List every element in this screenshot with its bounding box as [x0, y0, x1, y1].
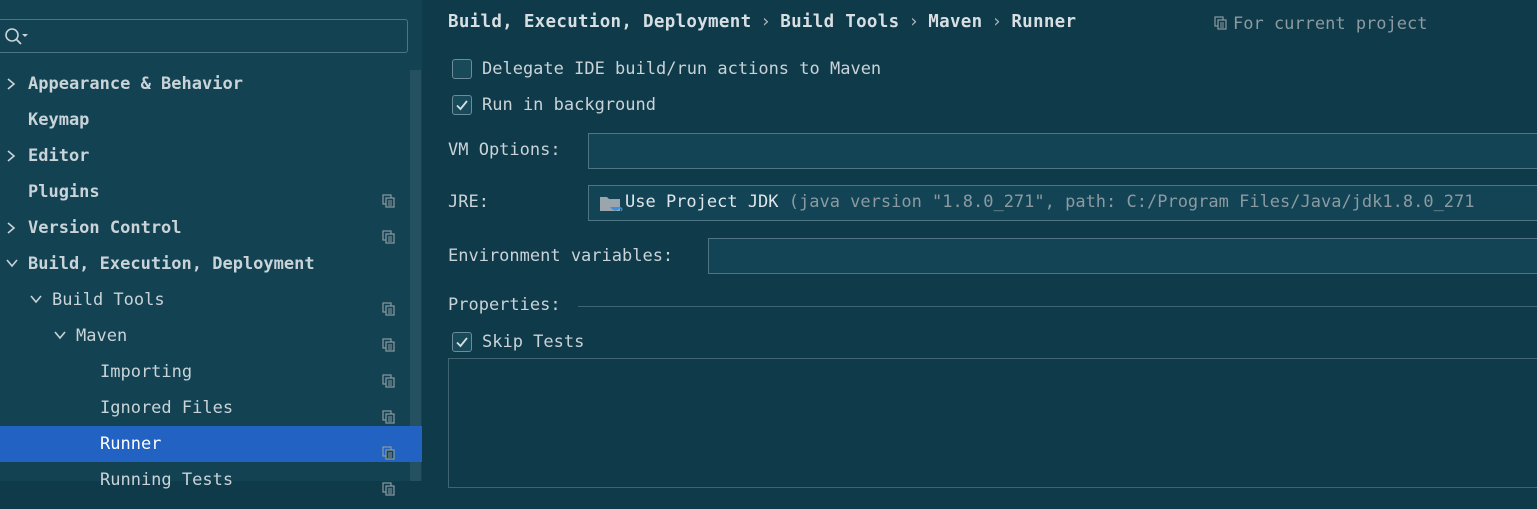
breadcrumb-item[interactable]: Build, Execution, Deployment [448, 12, 751, 32]
delegate-build-checkbox[interactable] [452, 59, 472, 79]
chevron-right-icon[interactable] [6, 66, 20, 102]
run-in-background-label[interactable]: Run in background [482, 94, 656, 116]
run-in-background-checkbox[interactable] [452, 95, 472, 115]
breadcrumb: Build, Execution, Deployment › Build Tools… [448, 12, 1076, 32]
sidebar-item-label: Keymap [28, 110, 90, 130]
breadcrumb-item: Runner [1011, 12, 1077, 32]
chevron-right-icon[interactable] [6, 138, 20, 174]
sidebar-item-build-tools[interactable]: Build Tools [0, 282, 422, 318]
properties-table[interactable] [448, 358, 1537, 488]
chevron-down-icon[interactable] [54, 318, 68, 354]
project-scope-icon [1214, 16, 1227, 30]
jre-value: Use Project JDK [625, 192, 779, 212]
scope-indicator: For current project [1214, 14, 1427, 34]
breadcrumb-item[interactable]: Build Tools [780, 12, 899, 32]
sidebar-item-editor[interactable]: Editor [0, 138, 422, 174]
sidebar-item-label: Appearance & Behavior [28, 74, 243, 94]
checkmark-icon [456, 100, 468, 111]
settings-search-field[interactable] [0, 19, 408, 53]
breadcrumb-separator: › [760, 12, 772, 32]
sidebar-item-label: Importing [100, 362, 193, 382]
jre-select[interactable]: Use Project JDK (java version "1.8.0_271… [588, 185, 1537, 221]
sidebar-item-plugins[interactable]: Plugins [0, 174, 422, 210]
vm-options-input[interactable] [588, 133, 1537, 169]
project-scope-icon [382, 473, 396, 509]
checkmark-icon [456, 337, 468, 348]
breadcrumb-separator: › [991, 12, 1003, 32]
sidebar-item-label: Build, Execution, Deployment [28, 254, 315, 274]
search-icon[interactable] [4, 27, 30, 52]
sidebar-item-label: Ignored Files [100, 398, 234, 418]
vm-options-label: VM Options: [448, 140, 561, 160]
jre-label: JRE: [448, 192, 489, 212]
sidebar-item-label: Build Tools [52, 290, 165, 310]
chevron-right-icon[interactable] [6, 210, 20, 246]
settings-content-panel: Build, Execution, Deployment › Build Tools… [422, 0, 1537, 488]
sidebar-item-running-tests[interactable]: Running Tests [0, 462, 422, 498]
jdk-folder-icon [599, 194, 623, 220]
sidebar-item-keymap[interactable]: Keymap [0, 102, 422, 138]
breadcrumb-item[interactable]: Maven [928, 12, 982, 32]
sidebar-item-appearance-behavior[interactable]: Appearance & Behavior [0, 66, 422, 102]
settings-sidebar: Appearance & Behavior Keymap Editor Plugins… [0, 0, 422, 496]
breadcrumb-separator: › [908, 12, 920, 32]
sidebar-item-runner[interactable]: Runner [0, 426, 422, 462]
delegate-build-label[interactable]: Delegate IDE build/run actions to Maven [482, 58, 881, 80]
sidebar-item-label: Editor [28, 146, 90, 166]
search-input[interactable] [34, 24, 398, 50]
sidebar-item-maven[interactable]: Maven [0, 318, 422, 354]
sidebar-item-importing[interactable]: Importing [0, 354, 422, 390]
sidebar-item-label: Version Control [28, 218, 182, 238]
skip-tests-checkbox[interactable] [452, 332, 472, 352]
environment-variables-input[interactable] [708, 238, 1537, 274]
properties-divider [578, 306, 1537, 307]
sidebar-item-build-execution-deployment[interactable]: Build, Execution, Deployment [0, 246, 422, 282]
properties-section-title: Properties: [448, 295, 561, 315]
jre-value-detail: (java version "1.8.0_271", path: C:/Prog… [778, 192, 1475, 212]
sidebar-item-label: Runner [100, 434, 162, 454]
chevron-down-icon[interactable] [30, 282, 44, 318]
sidebar-item-label: Maven [76, 326, 128, 346]
skip-tests-label[interactable]: Skip Tests [482, 331, 584, 353]
sidebar-item-label: Plugins [28, 182, 100, 202]
scope-label: For current project [1233, 14, 1428, 34]
sidebar-item-ignored-files[interactable]: Ignored Files [0, 390, 422, 426]
chevron-down-icon[interactable] [6, 246, 20, 282]
sidebar-item-label: Running Tests [100, 470, 234, 490]
environment-variables-label: Environment variables: [448, 246, 674, 266]
sidebar-item-version-control[interactable]: Version Control [0, 210, 422, 246]
